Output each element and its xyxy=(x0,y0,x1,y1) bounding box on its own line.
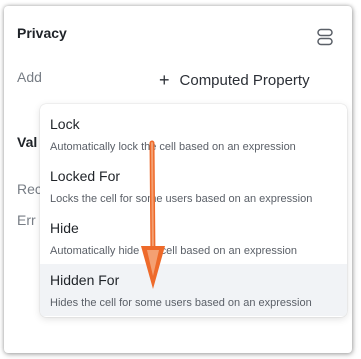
computed-property-menu: Lock Automatically lock the cell based o… xyxy=(40,104,347,317)
menu-item-hidden-for[interactable]: Hidden For Hides the cell for some users… xyxy=(40,264,347,316)
required-row-label: Rec xyxy=(17,181,42,197)
menu-item-description: Locks the cell for some users based on a… xyxy=(50,193,313,205)
plus-icon: + xyxy=(159,70,170,90)
menu-item-lock[interactable]: Lock Automatically lock the cell based o… xyxy=(40,108,347,160)
error-row-label: Err xyxy=(17,212,36,228)
add-label: Add xyxy=(17,69,42,85)
privacy-title: Privacy xyxy=(17,25,67,41)
menu-item-description: Automatically hide the cell based on an … xyxy=(50,245,298,257)
menu-item-locked-for[interactable]: Locked For Locks the cell for some users… xyxy=(40,160,347,212)
menu-item-description: Hides the cell for some users based on a… xyxy=(50,297,312,309)
computed-property-label: Computed Property xyxy=(179,71,310,89)
menu-item-title: Hide xyxy=(50,220,79,236)
privacy-panel: Privacy Add + Computed Property Val Rec … xyxy=(4,6,352,353)
menu-item-title: Locked For xyxy=(50,168,121,184)
screenshot-stage: Privacy Add + Computed Property Val Rec … xyxy=(0,0,361,359)
add-computed-property-button[interactable]: + Computed Property xyxy=(159,69,310,91)
menu-item-title: Lock xyxy=(50,116,80,132)
menu-item-description: Automatically lock the cell based on an … xyxy=(50,141,296,153)
menu-item-hide[interactable]: Hide Automatically hide the cell based o… xyxy=(40,212,347,264)
database-icon[interactable] xyxy=(317,28,333,46)
validation-section-title: Val xyxy=(17,134,38,150)
menu-item-title: Hidden For xyxy=(50,272,120,288)
